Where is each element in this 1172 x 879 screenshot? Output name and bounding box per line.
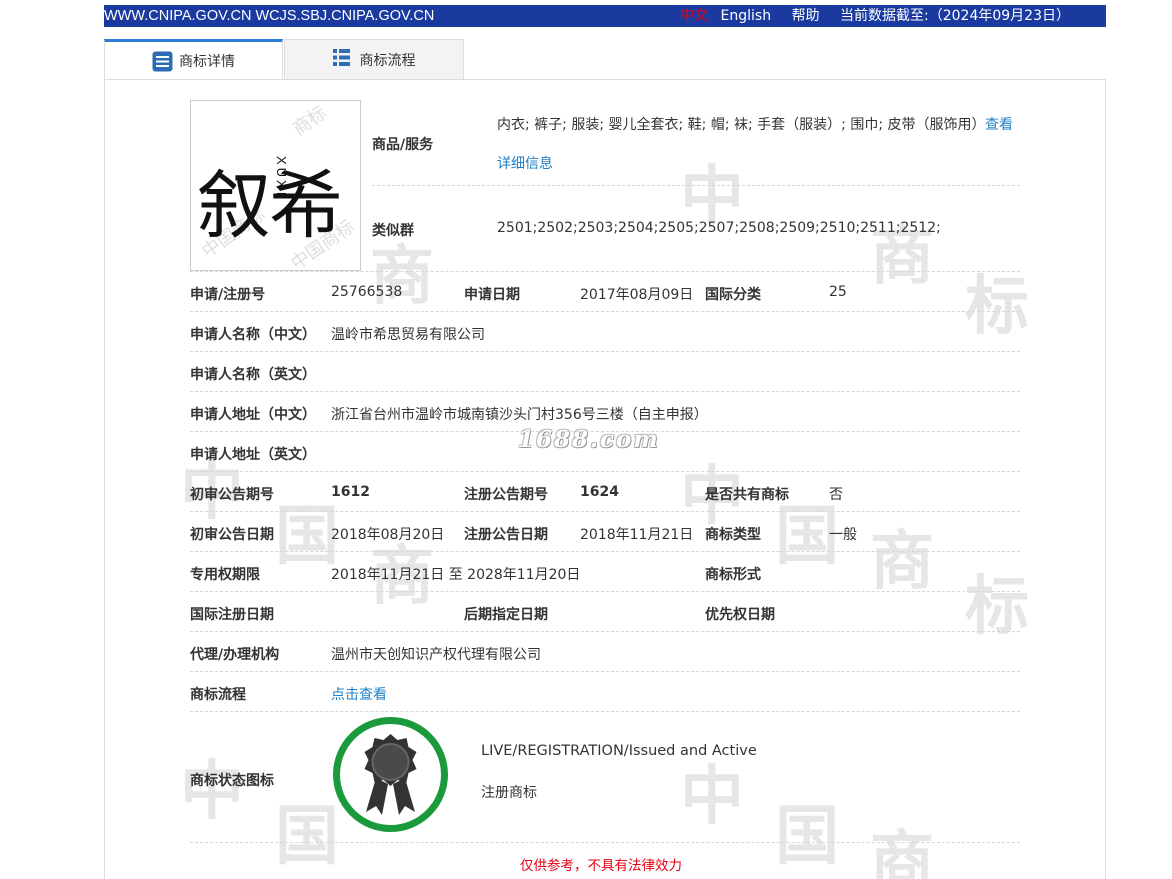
view-goods-link[interactable]: 查看 — [985, 114, 1013, 134]
agent-value: 温州市天创知识产权代理有限公司 — [331, 647, 541, 663]
document-list-icon — [152, 51, 173, 72]
tab-trademark-detail[interactable]: 商标详情 — [104, 39, 283, 80]
reg-pub-date-value: 2018年11月21日 — [580, 527, 694, 543]
trademark-image: 商标 中国商标 中国商标 叙希 XUXI — [190, 100, 361, 271]
reg-pub-no-label: 注册公告期号 — [464, 487, 548, 503]
divider — [190, 631, 1020, 632]
reg-pub-date-label: 注册公告日期 — [464, 527, 548, 543]
goods-detail-link[interactable]: 详细信息 — [497, 153, 553, 173]
trademark-pinyin: XUXI — [274, 156, 289, 199]
exclusive-label: 专用权期限 — [190, 567, 260, 583]
prelim-no-label: 初审公告期号 — [190, 487, 274, 503]
goods-value: 内衣; 裤子; 服装; 婴儿全套衣; 鞋; 帽; 袜; 手套（服装）; 围巾; … — [497, 117, 986, 133]
site-urls: WWW.CNIPA.GOV.CN WCJS.SBJ.CNIPA.GOV.CN — [104, 8, 435, 24]
reg-no-value: 25766538 — [331, 284, 403, 300]
app-date-label: 申请日期 — [464, 287, 520, 303]
reg-pub-no-value: 1624 — [580, 484, 619, 500]
exclusive-value: 2018年11月21日 至 2028年11月20日 — [331, 567, 581, 583]
lang-english-link[interactable]: English — [721, 8, 772, 24]
divider — [190, 271, 1020, 272]
goods-label: 商品/服务 — [372, 137, 434, 153]
list-icon — [332, 49, 354, 70]
tm-type-value: 一般 — [829, 527, 857, 543]
similar-group-label: 类似群 — [372, 223, 414, 239]
divider — [190, 711, 1020, 712]
divider — [190, 842, 1020, 843]
agent-label: 代理/办理机构 — [190, 647, 280, 663]
trademark-chars: 叙希 — [197, 163, 343, 249]
tm-form-label: 商标形式 — [705, 567, 761, 583]
similar-group-value: 2501;2502;2503;2504;2505;2507;2508;2509;… — [497, 220, 941, 236]
prelim-no-value: 1612 — [331, 484, 370, 500]
address-en-label: 申请人地址（英文） — [190, 447, 316, 463]
tm-type-label: 商标类型 — [705, 527, 761, 543]
divider — [190, 471, 1020, 472]
help-link[interactable]: 帮助 — [792, 8, 820, 24]
later-date-label: 后期指定日期 — [464, 607, 548, 623]
disclaimer: 仅供参考，不具有法律效力 — [520, 858, 682, 874]
status-en: LIVE/REGISTRATION/Issued and Active — [481, 743, 757, 759]
top-bar-right: 中文 English 帮助 当前数据截至:（2024年09月23日） — [680, 5, 1070, 27]
intl-class-label: 国际分类 — [705, 287, 761, 303]
status-cn: 注册商标 — [481, 785, 537, 801]
applicant-cn-value: 温岭市希思贸易有限公司 — [331, 327, 485, 343]
view-flow-link[interactable]: 点击查看 — [331, 684, 387, 704]
tab-trademark-detail-label: 商标详情 — [179, 54, 235, 70]
divider — [190, 311, 1020, 312]
divider — [372, 185, 1020, 186]
divider — [190, 671, 1020, 672]
address-cn-value: 浙江省台州市温岭市城南镇沙头门村356号三楼（自主申报） — [331, 407, 708, 423]
divider — [190, 431, 1020, 432]
registered-badge-icon — [332, 716, 449, 833]
divider — [190, 511, 1020, 512]
prelim-date-value: 2018年08月20日 — [331, 527, 445, 543]
shared-value: 否 — [829, 487, 843, 503]
lang-chinese-link[interactable]: 中文 — [680, 8, 708, 24]
divider — [190, 551, 1020, 552]
priority-date-label: 优先权日期 — [705, 607, 775, 623]
intl-class-value: 25 — [829, 284, 847, 300]
intl-reg-date-label: 国际注册日期 — [190, 607, 274, 623]
divider — [190, 591, 1020, 592]
divider — [190, 391, 1020, 392]
tab-trademark-flow-label: 商标流程 — [359, 52, 416, 69]
status-icon-label: 商标状态图标 — [190, 773, 274, 789]
divider — [190, 351, 1020, 352]
reg-no-label: 申请/注册号 — [190, 287, 266, 303]
top-bar: WWW.CNIPA.GOV.CN WCJS.SBJ.CNIPA.GOV.CN 中… — [104, 5, 1106, 27]
prelim-date-label: 初审公告日期 — [190, 527, 274, 543]
data-date: 当前数据截至:（2024年09月23日） — [840, 8, 1070, 24]
app-date-value: 2017年08月09日 — [580, 287, 694, 303]
shared-label: 是否共有商标 — [705, 487, 789, 503]
applicant-cn-label: 申请人名称（中文） — [190, 327, 316, 343]
tab-trademark-flow[interactable]: 商标流程 — [284, 39, 464, 80]
flow-label: 商标流程 — [190, 687, 246, 703]
top-bar-end — [1070, 5, 1106, 27]
address-cn-label: 申请人地址（中文） — [190, 407, 316, 423]
applicant-en-label: 申请人名称（英文） — [190, 367, 316, 383]
